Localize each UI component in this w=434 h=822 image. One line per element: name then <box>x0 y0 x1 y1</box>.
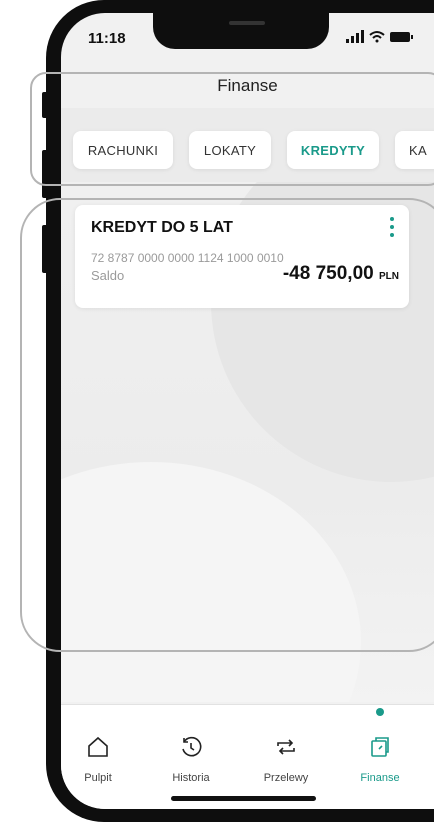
tab-kredyty[interactable]: KREDYTY <box>287 131 379 169</box>
transfer-icon <box>277 739 295 755</box>
active-indicator-dot <box>376 708 384 716</box>
status-icons <box>346 30 413 43</box>
nav-label: Pulpit <box>84 772 112 784</box>
status-time: 11:18 <box>88 30 126 47</box>
background-shape <box>61 462 361 702</box>
loan-title: KREDYT DO 5 LAT <box>91 219 233 236</box>
phone-screen: 11:18 Finanse RACHUNKI LOKATY KREDYTY KA… <box>61 13 434 809</box>
finance-icon <box>371 737 389 757</box>
balance-amount: -48 750,00 PLN <box>283 263 399 285</box>
nav-label: Historia <box>172 772 210 784</box>
nav-historia[interactable]: Historia <box>156 735 226 784</box>
history-icon <box>182 736 202 757</box>
account-number: 72 8787 0000 0000 1124 1000 0010 <box>91 251 284 265</box>
speaker <box>229 21 265 25</box>
balance-currency: PLN <box>379 271 399 282</box>
tab-karty[interactable]: KA <box>395 131 434 169</box>
notch <box>153 13 329 49</box>
nav-label: Finanse <box>360 772 400 784</box>
home-indicator[interactable] <box>171 796 316 801</box>
nav-pulpit[interactable]: Pulpit <box>63 735 133 784</box>
tab-rachunki[interactable]: RACHUNKI <box>73 131 173 169</box>
nav-label: Przelewy <box>263 772 309 784</box>
nav-przelewy[interactable]: Przelewy <box>251 735 321 784</box>
home-icon <box>88 736 108 757</box>
loan-card[interactable]: KREDYT DO 5 LAT 72 8787 0000 0000 1124 1… <box>75 205 409 308</box>
balance-value: -48 750,00 <box>282 263 374 284</box>
wifi-icon <box>369 31 385 43</box>
signal-icon <box>346 30 364 43</box>
nav-finanse[interactable]: Finanse <box>345 735 415 784</box>
page-title: Finanse <box>217 76 278 95</box>
battery-icon <box>390 32 413 42</box>
balance-label: Saldo <box>91 268 125 283</box>
tab-lokaty[interactable]: LOKATY <box>189 131 271 169</box>
more-options-icon[interactable] <box>389 217 395 241</box>
